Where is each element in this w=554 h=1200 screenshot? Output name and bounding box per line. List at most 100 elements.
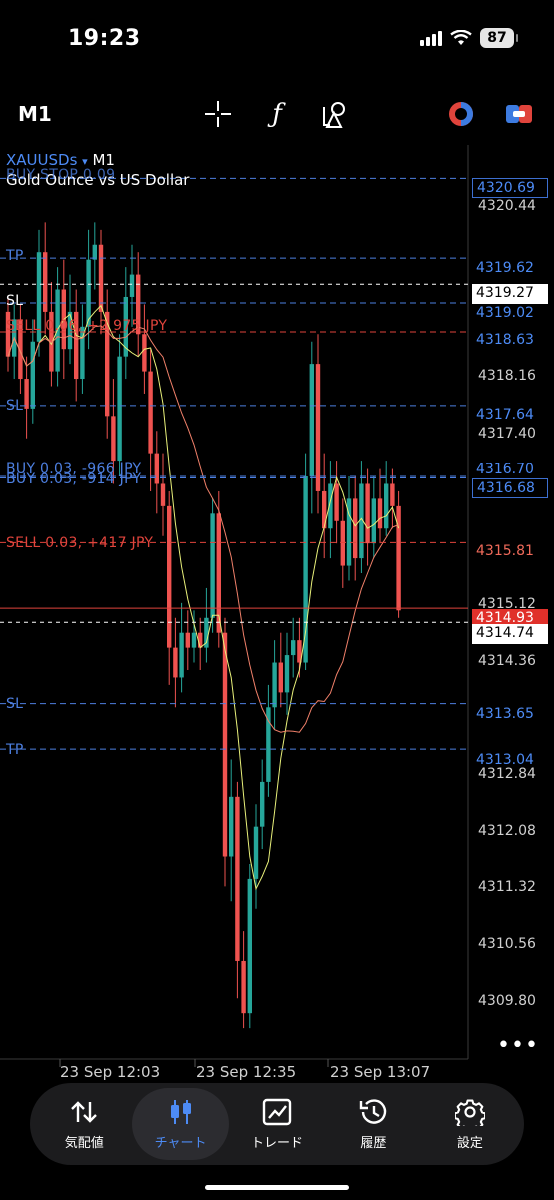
chart-canvas[interactable] [0, 145, 554, 1090]
nav-label: 気配値 [64, 1135, 104, 1151]
tp-price-box: 4313.04 [476, 752, 534, 768]
nav-trade[interactable]: トレード [229, 1088, 325, 1160]
nav-history[interactable]: 履歴 [325, 1088, 421, 1160]
candle [49, 282, 54, 387]
more-options-icon[interactable]: ••• [497, 1033, 539, 1058]
time-tick: 23 Sep 12:35 [196, 1063, 297, 1081]
candle-body [129, 274, 135, 297]
candle-body [92, 244, 97, 260]
candle-body [98, 244, 104, 312]
nav-settings[interactable]: 設定 [422, 1088, 518, 1160]
candle [371, 476, 376, 559]
candle-body [24, 379, 29, 409]
battery-icon: 87 [480, 28, 518, 48]
price-tick: 4311.32 [478, 879, 536, 895]
indicators-icon[interactable]: ƒ [261, 98, 293, 130]
candle [365, 468, 370, 566]
price-tick: 4320.44 [478, 198, 536, 214]
candle [334, 461, 339, 544]
buy-stop-label[interactable]: BUY STOP 0.09 [6, 167, 115, 183]
candle-body [340, 520, 345, 566]
tp-label[interactable]: TP [6, 742, 24, 758]
candle-body [272, 662, 277, 708]
candle [173, 617, 178, 708]
candle [396, 490, 401, 618]
candle [30, 319, 35, 424]
buy-position-label[interactable]: BUY 0.03, -914 JPY [6, 471, 141, 487]
candle [266, 684, 271, 797]
candle-body [30, 341, 35, 409]
candle [291, 617, 296, 678]
candle-body [384, 483, 389, 529]
candle [229, 759, 234, 902]
price-tick: 4312.08 [478, 823, 536, 839]
candle [272, 640, 277, 730]
sl-price-box: 4319.02 [476, 305, 534, 321]
trade-icon [262, 1098, 292, 1125]
candle-body [390, 483, 395, 506]
candle-body [210, 513, 215, 618]
timeframe-button[interactable]: M1 [18, 102, 52, 126]
candle-body [235, 796, 240, 961]
nav-quotes[interactable]: 気配値 [36, 1088, 132, 1160]
candle-body [260, 781, 265, 827]
tp-label[interactable]: TP [6, 248, 24, 264]
sl-label[interactable]: SL [6, 293, 23, 309]
candle [377, 468, 383, 544]
cellular-signal-icon [420, 30, 442, 46]
candle-body [216, 513, 221, 633]
candle-body [167, 505, 172, 648]
candle-body [253, 826, 259, 879]
candle-body [117, 356, 122, 462]
history-icon [360, 1098, 387, 1124]
candle-body [284, 655, 290, 693]
candle [74, 289, 79, 402]
objects-icon[interactable] [320, 98, 352, 130]
crosshair-icon[interactable] [202, 98, 234, 130]
home-indicator [205, 1185, 349, 1190]
candle [303, 453, 308, 670]
candle-body [191, 632, 197, 648]
candle [148, 349, 153, 491]
one-click-trading-icon[interactable] [445, 98, 477, 130]
trade-panel-icon[interactable] [503, 98, 535, 130]
sell-position-label[interactable]: SELL 0.06, +2 975 JPY [6, 318, 167, 334]
candle-body [179, 632, 184, 678]
chart-icon [170, 1099, 191, 1124]
sl-label[interactable]: SL [6, 398, 23, 414]
price-tick: 4314.36 [478, 653, 536, 669]
candle [284, 632, 290, 715]
slow-moving-average-line [7, 325, 399, 733]
sell-position-label[interactable]: SELL 0.03, +417 JPY [6, 535, 153, 551]
candle-body [185, 632, 190, 648]
candle [24, 356, 29, 439]
candle [346, 476, 352, 581]
quotes-icon [71, 1100, 98, 1123]
sl-label[interactable]: SL [6, 696, 23, 712]
nav-label: 履歴 [360, 1135, 387, 1151]
candle [247, 863, 252, 1029]
candle-body [365, 483, 370, 544]
candle-body [377, 498, 383, 529]
candle [210, 498, 215, 633]
candle [185, 610, 190, 670]
nav-label: チャート [154, 1135, 207, 1151]
candle-body [291, 640, 296, 656]
candle-body [353, 498, 358, 559]
candle-body [371, 498, 376, 544]
candle [315, 334, 321, 514]
price-chart[interactable]: XAUUSDs ▾ M1 Gold Ounce vs US Dollar BUY… [0, 145, 554, 1090]
candle [198, 617, 203, 670]
nav-chart[interactable]: チャート [132, 1088, 229, 1160]
candle [105, 289, 110, 439]
candle-body [309, 364, 314, 477]
candle [241, 931, 246, 1029]
candle-body [148, 371, 153, 454]
candle-body [334, 483, 339, 521]
candle [278, 632, 283, 708]
candle-body [111, 416, 116, 462]
nav-label: 設定 [456, 1135, 483, 1151]
nav-label: トレード [251, 1135, 304, 1151]
candle [167, 490, 172, 685]
sl-price-box: 4313.65 [476, 706, 534, 722]
